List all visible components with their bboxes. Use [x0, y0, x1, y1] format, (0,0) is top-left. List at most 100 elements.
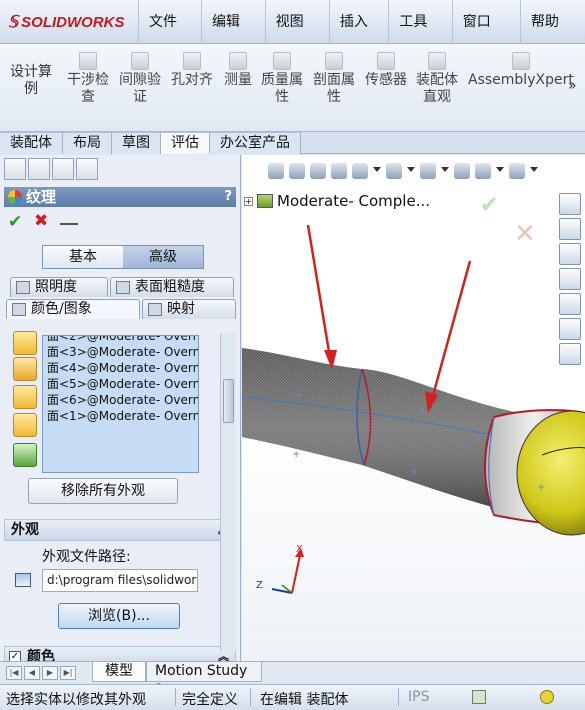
clearance-verify-button[interactable]: 间隙验 证	[119, 52, 161, 106]
advanced-mode-button[interactable]: 高级	[123, 246, 203, 268]
tab-evaluate[interactable]: 评估	[161, 132, 210, 154]
list-item[interactable]: 面<6>@Moderate- Overn	[43, 392, 198, 408]
help-icon[interactable]	[540, 690, 554, 704]
tab-assembly[interactable]: 装配体	[0, 132, 63, 154]
chevron-down-icon[interactable]	[407, 167, 415, 175]
folder-icon[interactable]	[559, 268, 581, 290]
feature-tree-icon[interactable]	[4, 158, 26, 180]
mass-properties-button[interactable]: 质量属 性	[261, 52, 303, 106]
basic-mode-button[interactable]: 基本	[43, 246, 123, 268]
mass-properties-label: 质量属	[261, 72, 303, 88]
file-explorer-icon[interactable]	[559, 243, 581, 265]
apply-scene-icon[interactable]	[475, 163, 491, 179]
appearance-section-header[interactable]: 外观 ︽	[4, 519, 236, 541]
tab-motion-study[interactable]: Motion Study 1	[146, 662, 262, 698]
assembly-visualization-button[interactable]: 装配体 直观	[416, 52, 458, 106]
menu-help[interactable]: 帮助(H)	[519, 0, 585, 74]
property-manager-icon[interactable]	[28, 158, 50, 180]
ribbon-more-chevron[interactable]: »	[568, 78, 577, 94]
selection-filter-face-icon[interactable]	[13, 385, 37, 409]
assembly-visualization-label2: 直观	[423, 89, 451, 105]
remove-all-appearances-button[interactable]: 移除所有外观	[28, 478, 178, 504]
solidworks-resources-icon[interactable]	[559, 193, 581, 215]
prev-tab-icon[interactable]: ◀	[24, 666, 40, 680]
chevron-down-icon[interactable]	[496, 167, 504, 175]
tab-layout[interactable]: 布局	[63, 132, 112, 154]
panel-scrollbar[interactable]	[220, 333, 236, 651]
measure-button[interactable]: 测量	[224, 52, 252, 89]
list-item[interactable]: 面<3>@Moderate- Overn	[43, 344, 198, 360]
menu-window[interactable]: 窗口(W)	[451, 0, 520, 74]
appearances-scenes-icon[interactable]	[559, 318, 581, 340]
help-icon[interactable]: ?	[224, 187, 232, 207]
chevron-down-icon[interactable]	[373, 167, 381, 175]
view-palette-icon[interactable]	[559, 293, 581, 315]
selection-filter-part-icon[interactable]	[13, 443, 37, 467]
confirm-cancel-icon[interactable]: ✕	[514, 219, 536, 249]
subtab-illumination[interactable]: 照明度	[10, 277, 108, 297]
tab-model[interactable]: 模型	[92, 662, 146, 682]
selection-filter-component-icon[interactable]	[13, 331, 37, 355]
config-manager-icon[interactable]	[52, 158, 74, 180]
subtab-color-image[interactable]: 颜色/图象	[6, 299, 140, 319]
svg-text:+: +	[292, 449, 300, 460]
sensor-icon	[377, 52, 395, 70]
status-units[interactable]: IPS	[408, 689, 429, 705]
sensor-button[interactable]: 传感器	[365, 52, 407, 89]
rebuild-icon[interactable]	[472, 690, 486, 704]
scrollbar-thumb[interactable]	[223, 379, 234, 423]
cancel-x-icon[interactable]: ✖	[34, 211, 48, 231]
ds-logo-icon: 𝕊	[8, 14, 19, 31]
design-study-button[interactable]: 设计算 例	[10, 64, 52, 98]
ok-check-icon[interactable]: ✔	[8, 212, 22, 232]
graphics-area[interactable]: + + + + + X Z + Moderate- Comple... ✔ ✕	[242, 155, 585, 661]
previous-view-icon[interactable]	[310, 163, 326, 179]
menu-edit[interactable]: 编辑(E)	[200, 0, 265, 74]
view-orientation-icon[interactable]	[352, 163, 368, 179]
display-style-icon[interactable]	[386, 163, 402, 179]
list-item[interactable]: 面<4>@Moderate- Overn	[43, 360, 198, 376]
tab-sketch[interactable]: 草图	[112, 132, 161, 154]
interference-icon	[79, 52, 97, 70]
list-item[interactable]: 面<1>@Moderate- Overn	[43, 408, 198, 424]
chevron-down-icon[interactable]	[441, 167, 449, 175]
color-section-header[interactable]: ✓ 颜色 ︽	[4, 646, 236, 661]
selected-faces-list[interactable]: 面<2>@Moderate- Overn 面<3>@Moderate- Over…	[42, 335, 199, 473]
list-item[interactable]: 面<2>@Moderate- Overn	[43, 336, 198, 344]
next-tab-icon[interactable]: ▶	[42, 666, 58, 680]
subtab-mapping[interactable]: 映射	[142, 299, 236, 319]
view-settings-icon[interactable]	[509, 163, 525, 179]
chevron-down-icon[interactable]	[530, 167, 538, 175]
menu-file[interactable]: 文件(F)	[138, 0, 201, 74]
design-library-icon[interactable]	[559, 218, 581, 240]
menu-tools[interactable]: 工具(T)	[388, 0, 451, 74]
zoom-area-icon[interactable]	[289, 163, 305, 179]
edit-appearance-icon[interactable]	[454, 163, 470, 179]
last-tab-icon[interactable]: ▶|	[60, 666, 76, 680]
list-item[interactable]: 面<5>@Moderate- Overn	[43, 376, 198, 392]
browse-button[interactable]: 浏览(B)...	[58, 603, 180, 629]
appearance-path-input[interactable]: d:\program files\solidworl	[42, 569, 198, 592]
menu-view[interactable]: 视图(V)	[264, 0, 329, 74]
selection-filter-feature-icon[interactable]	[13, 413, 37, 437]
zoom-to-fit-icon[interactable]	[268, 163, 284, 179]
hide-show-items-icon[interactable]	[420, 163, 436, 179]
color-checkbox[interactable]: ✓	[9, 651, 21, 661]
selection-filter-body-icon[interactable]	[13, 357, 37, 381]
confirm-check-icon[interactable]: ✔	[480, 193, 498, 218]
subtab-surface-finish[interactable]: 表面粗糙度	[110, 277, 234, 297]
section-view-icon[interactable]	[331, 163, 347, 179]
menu-insert[interactable]: 插入(I)	[328, 0, 388, 74]
first-tab-icon[interactable]: |◀	[6, 666, 22, 680]
interference-check-button[interactable]: 干涉检 查	[67, 52, 109, 106]
flyout-tree-root[interactable]: + Moderate- Comple...	[244, 192, 430, 210]
assemblyxpert-button[interactable]: AssemblyXpert	[468, 52, 574, 89]
display-manager-icon[interactable]	[76, 158, 98, 180]
pushpin-icon[interactable]	[60, 213, 78, 225]
tab-office-products[interactable]: 办公室产品	[210, 132, 301, 154]
expand-icon[interactable]: +	[244, 196, 253, 206]
solidworks-logo[interactable]: 𝕊 SOLIDWORKS	[8, 12, 125, 32]
section-properties-button[interactable]: 剖面属 性	[313, 52, 355, 106]
hole-alignment-button[interactable]: 孔对齐	[171, 52, 213, 89]
custom-properties-icon[interactable]	[559, 343, 581, 365]
